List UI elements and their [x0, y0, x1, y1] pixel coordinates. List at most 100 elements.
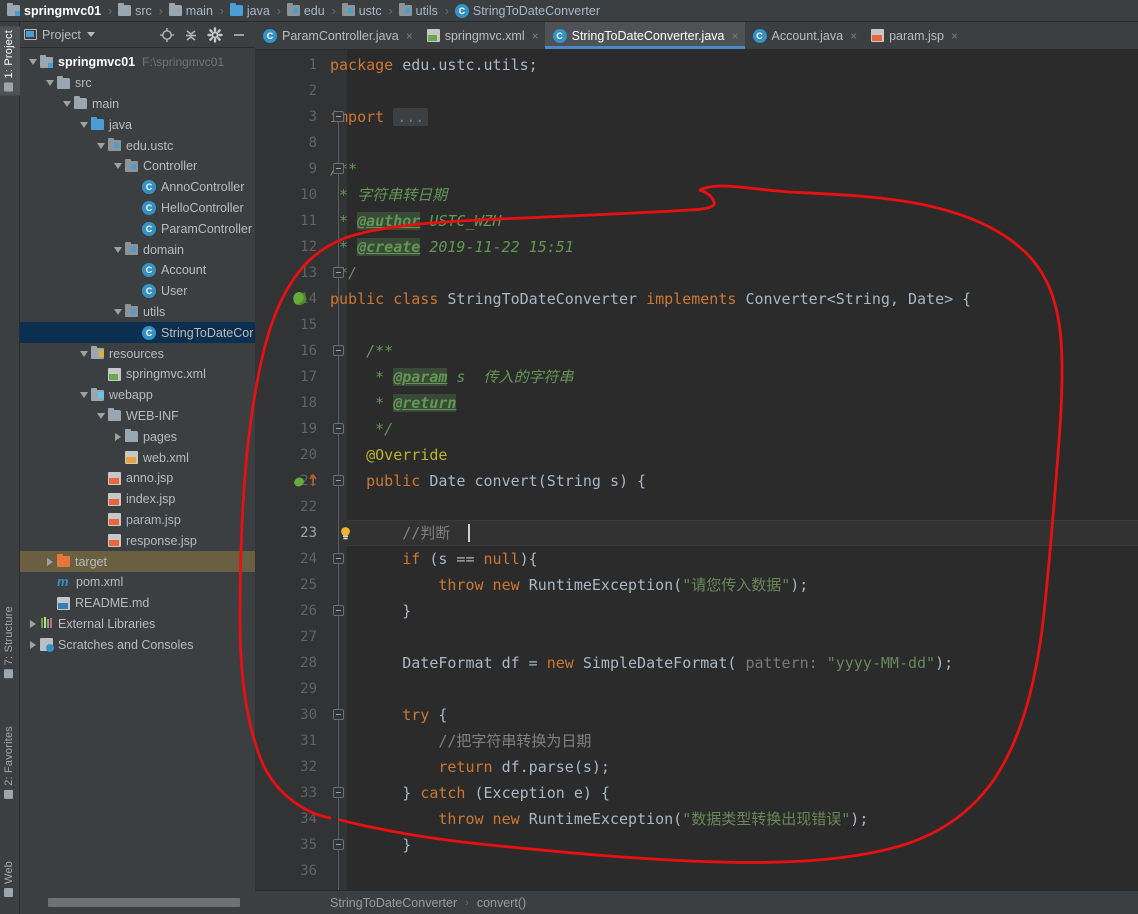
tool-window-tab-2-favorites[interactable]: 2: Favorites: [0, 722, 20, 803]
locate-icon[interactable]: [159, 27, 175, 43]
tree-expand-toggle[interactable]: [77, 350, 91, 357]
code-line[interactable]: * @create 2019-11-22 15:51: [330, 234, 574, 260]
tree-node-main[interactable]: main: [20, 94, 255, 115]
spring-bean-gutter-icon[interactable]: [290, 289, 309, 308]
code-fold-toggle[interactable]: [333, 267, 344, 278]
code-line[interactable]: throw new RuntimeException("数据类型转换出现错误")…: [330, 806, 868, 832]
tree-expand-toggle[interactable]: [60, 100, 74, 107]
close-icon[interactable]: ×: [406, 29, 413, 43]
tree-node-java[interactable]: java: [20, 114, 255, 135]
code-line[interactable]: public class StringToDateConverter imple…: [330, 286, 971, 312]
close-icon[interactable]: ×: [951, 29, 958, 43]
code-line[interactable]: } catch (Exception e) {: [330, 780, 610, 806]
status-method-name[interactable]: convert(): [477, 896, 526, 910]
chevron-right-icon[interactable]: [30, 640, 36, 649]
tree-node-utils[interactable]: utils: [20, 302, 255, 323]
code-fold-toggle[interactable]: [333, 709, 344, 720]
code-line[interactable]: try {: [330, 702, 447, 728]
tree-node-web-xml[interactable]: web.xml: [20, 447, 255, 468]
intention-bulb-icon[interactable]: [339, 526, 351, 540]
code-fold-toggle[interactable]: [333, 111, 344, 122]
tree-node-springmvc-xml[interactable]: springmvc.xml: [20, 364, 255, 385]
tree-node-target[interactable]: target: [20, 551, 255, 572]
collapse-all-icon[interactable]: [183, 27, 199, 43]
override-arrow-icon[interactable]: [308, 473, 318, 487]
tree-node-springmvc01[interactable]: springmvc01 F:\springmvc01: [20, 52, 255, 73]
scrollbar-thumb[interactable]: [48, 898, 240, 907]
editor-tab-paramcontroller-java[interactable]: C ParamController.java ×: [255, 22, 419, 49]
chevron-down-icon[interactable]: [114, 163, 122, 170]
tree-expand-toggle[interactable]: [94, 412, 108, 419]
tree-node-domain[interactable]: domain: [20, 239, 255, 260]
chevron-right-icon[interactable]: [115, 432, 121, 441]
tree-expand-toggle[interactable]: [111, 308, 125, 315]
editor-tab-springmvc-xml[interactable]: springmvc.xml ×: [419, 22, 545, 49]
editor-tab-param-jsp[interactable]: param.jsp ×: [863, 22, 964, 49]
tree-node-user[interactable]: C User: [20, 281, 255, 302]
code-line[interactable]: * @return: [330, 390, 457, 416]
tree-node-response-jsp[interactable]: response.jsp: [20, 530, 255, 551]
code-fold-toggle[interactable]: [333, 839, 344, 850]
project-tree[interactable]: springmvc01 F:\springmvc01 src main java edu.…: [20, 49, 255, 907]
breadcrumb-item-utils[interactable]: utils ›: [396, 0, 452, 22]
code-line[interactable]: if (s == null){: [330, 546, 537, 572]
code-line[interactable]: return df.parse(s);: [330, 754, 610, 780]
breadcrumb-item-main[interactable]: main ›: [166, 0, 227, 22]
chevron-down-icon[interactable]: [63, 100, 71, 107]
tool-window-tab-7-structure[interactable]: 7: Structure: [0, 602, 20, 682]
chevron-down-icon[interactable]: [97, 412, 105, 419]
tree-node-stringtodatecor[interactable]: C StringToDateCor: [20, 322, 255, 344]
settings-gear-icon[interactable]: [207, 26, 223, 43]
tree-node-src[interactable]: src: [20, 73, 255, 94]
tree-node-pom-xml[interactable]: m pom.xml: [20, 572, 255, 593]
code-line[interactable]: throw new RuntimeException("请您传入数据");: [330, 572, 808, 598]
implementing-method-gutter-icon[interactable]: [293, 474, 307, 488]
tree-expand-toggle[interactable]: [111, 163, 125, 170]
chevron-down-icon[interactable]: [80, 350, 88, 357]
chevron-right-icon[interactable]: [30, 619, 36, 628]
tree-expand-toggle[interactable]: [111, 246, 125, 253]
status-class-name[interactable]: StringToDateConverter: [330, 896, 457, 910]
chevron-down-icon[interactable]: [114, 308, 122, 315]
tool-window-tab-1-project[interactable]: 1: Project: [0, 26, 20, 96]
breadcrumb-item-springmvc01[interactable]: springmvc01 ›: [4, 0, 115, 22]
editor-tab-stringtodateconverter-java[interactable]: C StringToDateConverter.java ×: [544, 22, 745, 49]
code-line[interactable]: public Date convert(String s) {: [330, 468, 646, 494]
chevron-down-icon[interactable]: [80, 392, 88, 399]
chevron-right-icon[interactable]: [47, 557, 53, 566]
code-fold-toggle[interactable]: [333, 553, 344, 564]
breadcrumb-item-ustc[interactable]: ustc ›: [339, 0, 396, 22]
tree-expand-toggle[interactable]: [43, 557, 57, 566]
chevron-down-icon[interactable]: [29, 59, 37, 66]
tree-expand-toggle[interactable]: [111, 432, 125, 441]
tree-node-annocontroller[interactable]: C AnnoController: [20, 177, 255, 198]
breadcrumb-item-src[interactable]: src ›: [115, 0, 166, 22]
hide-panel-icon[interactable]: [231, 27, 247, 43]
tree-node-edu-ustc[interactable]: edu.ustc: [20, 135, 255, 156]
code-fold-toggle[interactable]: [333, 787, 344, 798]
code-fold-toggle[interactable]: [333, 423, 344, 434]
folded-imports-placeholder[interactable]: ...: [393, 108, 429, 126]
chevron-down-icon[interactable]: [46, 80, 54, 87]
tree-node-scratches-and-consoles[interactable]: Scratches and Consoles: [20, 634, 255, 655]
tree-node-account[interactable]: C Account: [20, 260, 255, 281]
tree-node-hellocontroller[interactable]: C HelloController: [20, 198, 255, 219]
tree-node-readme-md[interactable]: README.md: [20, 593, 255, 614]
code-line[interactable]: //把字符串转换为日期: [330, 728, 591, 754]
code-line[interactable]: DateFormat df = new SimpleDateFormat( pa…: [330, 650, 953, 676]
tree-node-resources[interactable]: resources: [20, 343, 255, 364]
code-line[interactable]: * 字符串转日期: [330, 182, 447, 208]
tree-node-external-libraries[interactable]: External Libraries: [20, 614, 255, 635]
tree-node-webapp[interactable]: webapp: [20, 385, 255, 406]
code-line[interactable]: * @param s 传入的字符串: [330, 364, 574, 390]
breadcrumb-item-edu[interactable]: edu ›: [284, 0, 339, 22]
chevron-down-icon[interactable]: [97, 142, 105, 149]
code-fold-toggle[interactable]: [333, 605, 344, 616]
code-fold-toggle[interactable]: [333, 163, 344, 174]
code-line[interactable]: * @author USTC_WZH: [330, 208, 502, 234]
code-fold-toggle[interactable]: [333, 345, 344, 356]
tree-node-anno-jsp[interactable]: anno.jsp: [20, 468, 255, 489]
tree-expand-toggle[interactable]: [77, 392, 91, 399]
code-fold-toggle[interactable]: [333, 475, 344, 486]
editor-tab-account-java[interactable]: C Account.java ×: [745, 22, 864, 49]
